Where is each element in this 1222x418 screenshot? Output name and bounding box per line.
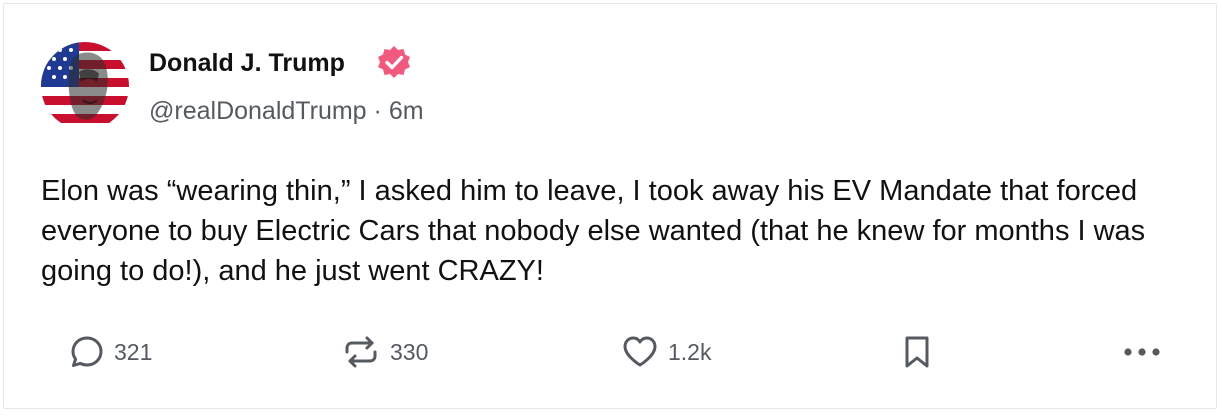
reply-bubble-icon [71, 336, 103, 367]
bookmark-icon [905, 336, 929, 368]
bookmark-button[interactable] [902, 332, 932, 372]
reply-button[interactable]: 321 [70, 332, 152, 372]
post-time[interactable]: 6m [389, 97, 424, 125]
repost-button[interactable]: 330 [342, 332, 428, 372]
like-button[interactable]: 1.2k [622, 332, 711, 372]
avatar[interactable] [41, 42, 129, 130]
avatar-flag-portrait-icon [41, 42, 129, 130]
author-name[interactable]: Donald J. Trump [149, 46, 345, 80]
verified-badge-icon [376, 44, 412, 80]
heart-icon [623, 336, 657, 367]
reply-count: 321 [114, 338, 153, 365]
meta-separator: · [373, 97, 382, 125]
like-count: 1.2k [668, 338, 712, 365]
author-handle[interactable]: @realDonaldTrump [149, 97, 367, 125]
more-dots-icon [1124, 348, 1160, 356]
repost-count: 330 [390, 338, 429, 365]
post-card: Donald J. Trump @realDonaldTrump · 6m El… [3, 3, 1217, 409]
post-body-text: Elon was “wearing thin,” I asked him to … [41, 175, 1146, 287]
more-options-button[interactable] [1122, 332, 1162, 372]
repost-arrows-icon [345, 336, 377, 368]
author-meta: @realDonaldTrump · 6m [149, 94, 424, 128]
